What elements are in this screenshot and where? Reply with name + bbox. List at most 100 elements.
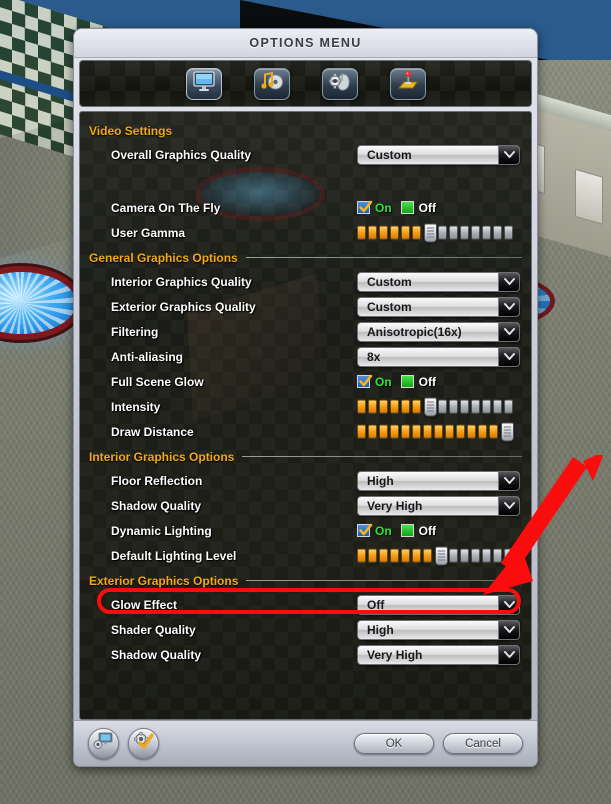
slider-handle[interactable]: [435, 546, 448, 565]
anti-aliasing-value: 8x: [367, 349, 381, 364]
setting-row-dynamic-lighting: Dynamic Lighting On Off: [89, 518, 522, 543]
chevron-down-icon[interactable]: [498, 496, 519, 515]
tab-audio[interactable]: [253, 67, 290, 100]
chevron-down-icon[interactable]: [498, 471, 519, 490]
setting-row-user-gamma: User Gamma: [89, 220, 522, 245]
slider-segment-filled: [456, 424, 465, 439]
camera-on-the-fly-toggle: On Off: [357, 201, 436, 215]
camera-on-the-fly-off-label: Off: [418, 200, 436, 215]
chevron-down-icon[interactable]: [498, 297, 519, 316]
tab-video[interactable]: [185, 67, 222, 100]
overall-graphics-quality-control: Custom: [357, 144, 520, 165]
user-gamma-slider[interactable]: [357, 223, 515, 242]
dynamic-lighting-label: Dynamic Lighting: [111, 523, 212, 538]
chevron-down-icon[interactable]: [498, 145, 519, 164]
slider-segment-empty: [449, 399, 458, 414]
setting-row-exterior-graphics-quality: Exterior Graphics Quality Custom: [89, 294, 522, 319]
chevron-down-icon[interactable]: [498, 595, 519, 614]
page-title: OPTIONS MENU: [249, 36, 362, 50]
shadow-quality-interior-label: Shadow Quality: [111, 498, 202, 513]
setting-row-shadow-quality-interior: Shadow Quality Very High: [89, 493, 522, 518]
slider-segment-filled: [412, 424, 421, 439]
checked-checkbox-icon[interactable]: [357, 374, 373, 388]
checked-checkbox-icon[interactable]: [357, 523, 373, 537]
draw-distance-control: [357, 422, 515, 441]
display-settings-button[interactable]: [88, 728, 119, 759]
dynamic-lighting-off-option[interactable]: Off: [400, 523, 436, 538]
music-note-cd-icon: [260, 70, 284, 97]
unchecked-checkbox-icon[interactable]: [400, 524, 414, 537]
slider-segment-empty: [493, 548, 502, 563]
slider-segment-empty: [504, 399, 513, 414]
section-header-label: Exterior Graphics Options: [89, 573, 239, 588]
slider-handle[interactable]: [424, 397, 437, 416]
exterior-graphics-quality-control: Custom: [357, 296, 520, 317]
slider-segment-empty: [471, 399, 480, 414]
glow-effect-dropdown[interactable]: Off: [357, 594, 520, 615]
slider-handle[interactable]: [424, 223, 437, 242]
row-spacer: [89, 167, 522, 195]
checked-checkbox-icon[interactable]: [357, 200, 373, 214]
filtering-dropdown[interactable]: Anisotropic(16x): [357, 321, 520, 342]
tab-gamepad[interactable]: [389, 67, 426, 100]
slider-segment-empty: [449, 225, 458, 240]
unchecked-checkbox-icon[interactable]: [400, 375, 414, 388]
slider-handle[interactable]: [501, 422, 514, 441]
shadow-quality-exterior-dropdown[interactable]: Very High: [357, 644, 520, 665]
interior-graphics-quality-dropdown[interactable]: Custom: [357, 271, 520, 292]
unchecked-checkbox-icon[interactable]: [400, 201, 414, 214]
ok-button[interactable]: OK: [354, 733, 434, 754]
chevron-down-icon[interactable]: [498, 645, 519, 664]
chevron-down-icon[interactable]: [498, 620, 519, 639]
interior-graphics-quality-control: Custom: [357, 271, 520, 292]
slider-segment-filled: [379, 399, 388, 414]
slider-segment-filled: [390, 548, 399, 563]
full-scene-glow-on-option[interactable]: On: [357, 375, 392, 389]
overall-graphics-quality-value: Custom: [367, 147, 412, 162]
dynamic-lighting-off-label: Off: [418, 523, 436, 538]
slider-segment-filled: [412, 399, 421, 414]
shadow-quality-interior-dropdown[interactable]: Very High: [357, 495, 520, 516]
full-scene-glow-off-option[interactable]: Off: [400, 375, 436, 389]
full-scene-glow-label: Full Scene Glow: [111, 374, 204, 389]
slider-segment-filled: [489, 424, 498, 439]
shader-quality-dropdown[interactable]: High: [357, 619, 520, 640]
setting-row-draw-distance: Draw Distance: [89, 419, 522, 444]
apply-defaults-button[interactable]: [128, 728, 159, 759]
chevron-down-icon[interactable]: [498, 347, 519, 366]
dynamic-lighting-on-option[interactable]: On: [357, 524, 392, 538]
section-divider: [245, 257, 522, 258]
gear-mouse-icon: [328, 70, 352, 97]
floor-reflection-dropdown[interactable]: High: [357, 470, 520, 491]
filtering-control: Anisotropic(16x): [357, 321, 520, 342]
setting-row-default-lighting-level: Default Lighting Level: [89, 543, 522, 568]
filtering-value: Anisotropic(16x): [367, 324, 462, 339]
dialog-titlebar: OPTIONS MENU: [74, 29, 537, 58]
slider-segment-empty: [460, 399, 469, 414]
monitor-icon: [192, 70, 216, 97]
slider-segment-empty: [438, 225, 447, 240]
exterior-graphics-quality-dropdown[interactable]: Custom: [357, 296, 520, 317]
shadow-quality-exterior-label: Shadow Quality: [111, 647, 202, 662]
wall-door: [575, 168, 603, 225]
intensity-slider[interactable]: [357, 397, 515, 416]
chevron-down-icon[interactable]: [498, 272, 519, 291]
setting-row-filtering: Filtering Anisotropic(16x): [89, 319, 522, 344]
setting-row-glow-effect: Glow Effect Off: [89, 592, 522, 617]
gear-check-icon: [133, 731, 155, 756]
camera-on-the-fly-on-option[interactable]: On: [357, 201, 392, 215]
slider-segment-filled: [423, 424, 432, 439]
chevron-down-icon[interactable]: [498, 322, 519, 341]
intensity-label: Intensity: [111, 399, 161, 414]
anti-aliasing-control: 8x: [357, 346, 520, 367]
tab-controls[interactable]: [321, 67, 358, 100]
interior-graphics-quality-value: Custom: [367, 274, 412, 289]
draw-distance-slider[interactable]: [357, 422, 515, 441]
default-lighting-level-slider[interactable]: [357, 546, 515, 565]
slider-segment-filled: [390, 424, 399, 439]
overall-graphics-quality-dropdown[interactable]: Custom: [357, 144, 520, 165]
cancel-button[interactable]: Cancel: [443, 733, 523, 754]
anti-aliasing-dropdown[interactable]: 8x: [357, 346, 520, 367]
slider-segment-empty: [493, 399, 502, 414]
camera-on-the-fly-off-option[interactable]: Off: [400, 200, 436, 215]
